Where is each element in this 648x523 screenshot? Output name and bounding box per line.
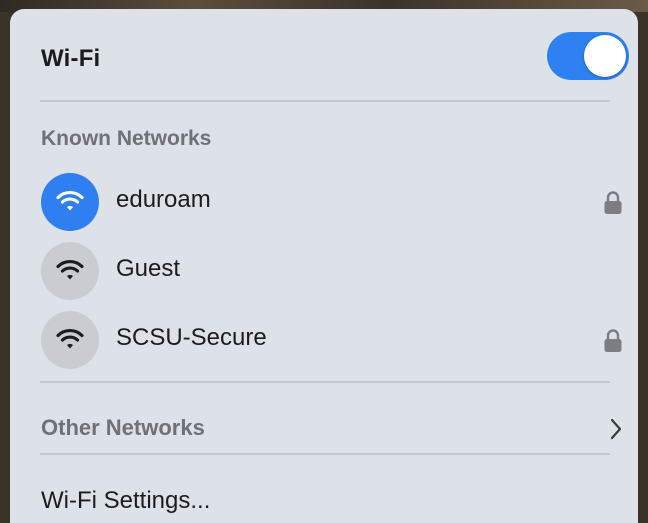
wifi-title: Wi-Fi (41, 45, 101, 72)
wifi-header: Wi-Fi (10, 31, 638, 87)
network-name: SCSU-Secure (116, 324, 267, 351)
network-item-scsu-secure[interactable]: SCSU-Secure (10, 303, 638, 369)
chevron-right-icon (610, 418, 622, 440)
network-name: Guest (116, 255, 181, 282)
network-item-guest[interactable]: Guest (10, 234, 638, 300)
wifi-icon (41, 173, 99, 231)
network-item-eduroam[interactable]: eduroam (10, 165, 638, 231)
wifi-menu-panel: Wi-Fi Known Networks eduroam Guest SCSU-… (10, 9, 638, 523)
wifi-icon (41, 242, 99, 300)
wifi-toggle[interactable] (547, 32, 629, 80)
divider (40, 381, 610, 383)
network-name: eduroam (116, 186, 211, 213)
lock-icon (604, 191, 622, 214)
known-networks-label: Known Networks (41, 127, 212, 150)
wifi-settings-item[interactable]: Wi-Fi Settings... (10, 465, 638, 523)
other-networks-label: Other Networks (41, 415, 205, 440)
wifi-settings-label: Wi-Fi Settings... (41, 487, 211, 514)
divider (40, 100, 610, 102)
wifi-toggle-knob (584, 35, 626, 77)
divider (40, 453, 610, 455)
wifi-icon (41, 311, 99, 369)
lock-icon (604, 329, 622, 352)
